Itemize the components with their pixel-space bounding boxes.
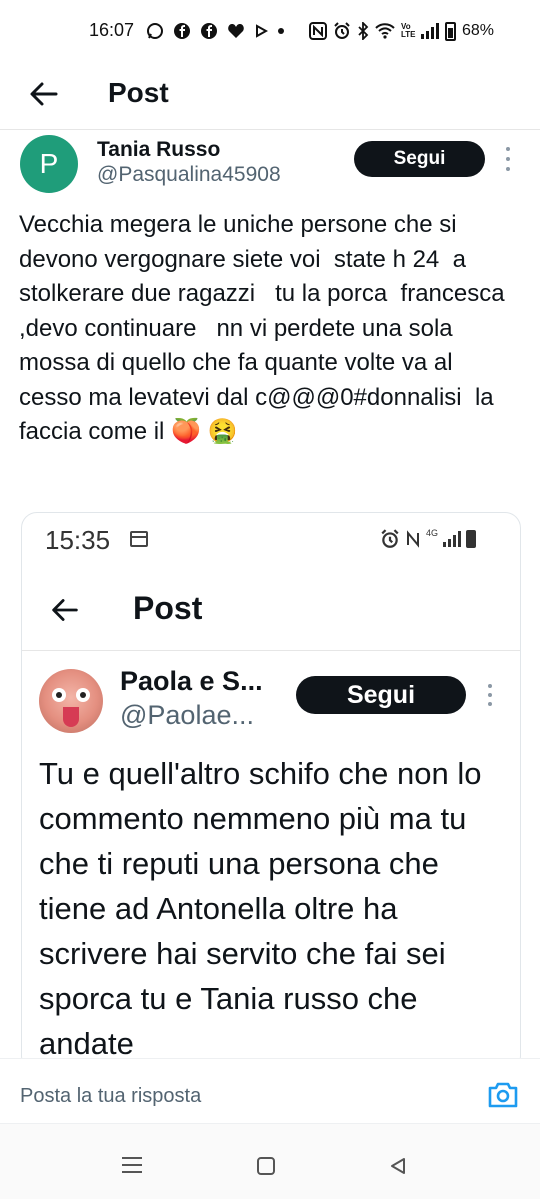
calendar-icon: [130, 531, 148, 547]
embedded-page-title: Post: [133, 590, 203, 626]
reply-input[interactable]: Posta la tua risposta: [20, 1085, 201, 1108]
nfc-icon: [308, 22, 327, 40]
whatsapp-icon: [147, 23, 163, 39]
network-4g-label: 4G: [426, 528, 439, 538]
play-icon: [256, 24, 268, 38]
system-icons: Vo LTE 68%: [308, 20, 494, 42]
alarm-icon: [334, 22, 350, 39]
nfc-icon: [407, 530, 419, 548]
alarm-icon: [381, 529, 399, 548]
embedded-follow-button: Segui: [296, 676, 466, 714]
reply-bar: Posta la tua risposta: [0, 1058, 540, 1124]
attached-image[interactable]: 15:35 4G Post Paola e S... @Paolae... Se…: [21, 512, 521, 1072]
signal-icon: [443, 531, 462, 547]
volte-icon: Vo LTE: [400, 22, 416, 39]
status-bar: 16:07 Vo LTE 68%: [0, 0, 540, 62]
facebook-icon: [201, 23, 217, 39]
back-arrow-icon: [52, 599, 78, 621]
follow-button[interactable]: Segui: [354, 141, 485, 177]
battery-percent: 68%: [461, 22, 494, 39]
home-icon[interactable]: [257, 1157, 275, 1175]
signal-icon: [420, 23, 439, 39]
author-handle[interactable]: @Pasqualina45908: [97, 163, 281, 187]
embedded-status-time: 15:35: [45, 525, 111, 555]
battery-icon: [444, 21, 456, 41]
bluetooth-icon: [358, 22, 369, 40]
camera-icon[interactable]: [487, 1081, 519, 1109]
back-icon[interactable]: [388, 1156, 408, 1176]
heart-icon: [228, 24, 244, 38]
embedded-author-avatar: [39, 669, 103, 733]
avatar-letter: P: [39, 148, 59, 179]
top-app-bar: Post: [0, 62, 540, 130]
back-arrow-icon[interactable]: [26, 76, 62, 112]
author-avatar[interactable]: P: [20, 135, 78, 193]
post-text: Vecchia megera le uniche persone che si …: [19, 211, 512, 445]
page-title: Post: [108, 77, 169, 108]
system-nav-bar: [0, 1124, 540, 1199]
author-name[interactable]: Tania Russo: [97, 138, 220, 162]
dot-icon: [278, 28, 284, 34]
battery-icon: [466, 530, 477, 548]
embedded-post-text: Tu e quell'altro schifo che non lo comme…: [39, 756, 491, 1061]
status-time: 16:07: [89, 20, 135, 40]
embedded-author-handle: @Paolae...: [120, 700, 254, 730]
recent-apps-icon[interactable]: [122, 1157, 142, 1173]
notification-icons: [146, 20, 285, 42]
divider: [22, 650, 520, 651]
facebook-icon: [174, 23, 190, 39]
more-options-icon: [484, 684, 496, 706]
wifi-icon: [375, 23, 395, 39]
more-options-icon[interactable]: [502, 147, 514, 171]
embedded-author-name: Paola e S...: [120, 666, 263, 696]
embedded-system-icons: 4G: [380, 528, 477, 550]
